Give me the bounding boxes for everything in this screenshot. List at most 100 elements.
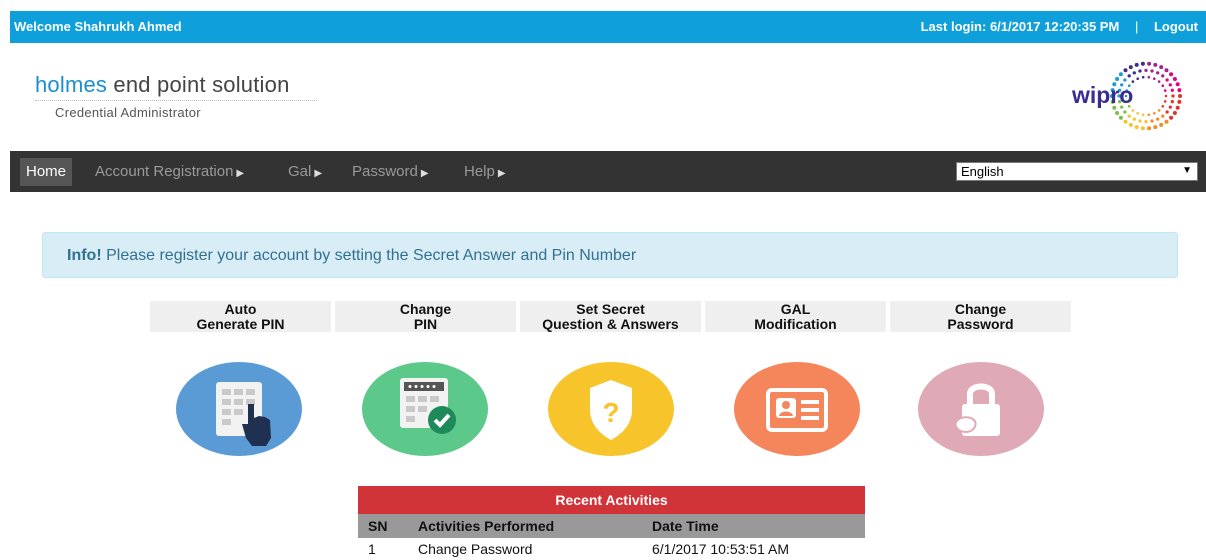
logo-dot — [1172, 77, 1177, 81]
product-name-holmes: holmes — [35, 72, 108, 97]
logo-dot — [1123, 68, 1128, 73]
logo-dot — [1136, 112, 1139, 115]
nav-gal[interactable]: Gal ▶ — [288, 151, 322, 192]
nav-account-registration-label: Account Registration — [95, 163, 234, 180]
logo-dot — [1153, 125, 1158, 130]
logo-dot — [1138, 69, 1142, 73]
logo-dot — [1128, 122, 1133, 127]
caret-right-icon: ▶ — [497, 168, 506, 179]
logo-dot — [1156, 71, 1160, 75]
tile-label-line2: Password — [947, 316, 1014, 332]
logo-dot — [1164, 119, 1169, 124]
tile-secret-question[interactable]: ? — [548, 362, 674, 456]
tile-gal-modification[interactable] — [734, 362, 860, 456]
logo-dot — [1175, 105, 1180, 110]
cell-sn: 1 — [368, 541, 376, 557]
tile-change-pin-label[interactable]: Change PIN — [335, 301, 516, 332]
welcome-text: Welcome Shahrukh Ahmed — [14, 19, 182, 34]
logo-dot — [1123, 119, 1128, 124]
keypad-hand-icon — [216, 382, 271, 446]
logo-dot — [1134, 62, 1139, 67]
logo-dot — [1178, 94, 1182, 98]
logo-dot — [1171, 94, 1175, 98]
logo-dot — [1164, 94, 1168, 98]
logo-dot — [1147, 126, 1152, 131]
caret-right-icon: ▶ — [314, 168, 323, 179]
info-alert-message: Please register your account by setting … — [101, 247, 637, 264]
language-select[interactable]: English ▼ — [956, 162, 1198, 181]
logo-dot — [1153, 62, 1158, 67]
logo-dot — [1141, 113, 1145, 117]
logo-dot — [1144, 68, 1148, 73]
logo-dot — [1144, 120, 1148, 124]
tile-label-line2: Question & Answers — [542, 316, 679, 332]
logo-dot — [1164, 68, 1169, 73]
tile-label-line1: GAL — [780, 301, 811, 317]
chevron-down-icon: ▼ — [1182, 165, 1192, 176]
tile-change-password[interactable] — [918, 362, 1044, 456]
nav-password[interactable]: Password ▶ — [352, 151, 429, 192]
logo-dot — [1156, 117, 1160, 121]
logout-link[interactable]: Logout — [1154, 19, 1198, 34]
logo-dot — [1169, 72, 1174, 77]
logo-dot — [1132, 71, 1136, 75]
logo-dot — [1157, 80, 1161, 83]
logo-dot — [1165, 110, 1169, 114]
logo-dot — [1159, 122, 1164, 127]
logo-dot — [1170, 100, 1174, 104]
logo-dot — [1118, 115, 1123, 120]
product-name: holmes end point solution — [35, 72, 317, 98]
logo-dot — [1169, 115, 1174, 120]
logo-dot — [1161, 84, 1165, 87]
logo-dot — [1132, 117, 1136, 121]
tile-auto-generate-pin-label[interactable]: Auto Generate PIN — [150, 301, 331, 332]
logo-dot — [1115, 111, 1120, 115]
logo-dot — [1161, 114, 1165, 118]
nav-home[interactable]: Home — [20, 158, 73, 186]
id-card-icon — [766, 388, 828, 432]
pin-check-icon — [400, 378, 456, 434]
nav-account-registration[interactable]: Account Registration ▶ — [95, 151, 244, 192]
info-alert: Info! Please register your account by se… — [42, 232, 1178, 278]
tile-change-password-label[interactable]: Change Password — [890, 301, 1071, 332]
tile-secret-question-label[interactable]: Set Secret Question & Answers — [520, 301, 701, 332]
logo-dot — [1141, 75, 1145, 79]
nav-help[interactable]: Help ▶ — [464, 151, 506, 192]
logo-dot — [1175, 82, 1180, 87]
top-bar: Welcome Shahrukh Ahmed Last login: 6/1/2… — [10, 11, 1206, 43]
tile-auto-generate-pin[interactable] — [176, 362, 302, 456]
nav-password-label: Password — [352, 163, 418, 180]
logo-dot — [1177, 88, 1182, 93]
logo-dot — [1140, 126, 1145, 131]
svg-text:?: ? — [602, 397, 619, 428]
recent-activities-table: SN Activities Performed Date Time 1 Chan… — [358, 514, 865, 560]
logo-dot — [1172, 111, 1177, 115]
nav-gal-label: Gal — [288, 163, 312, 180]
logo-dot — [1161, 105, 1165, 108]
logo-dot — [1131, 109, 1135, 112]
logo-dot — [1118, 72, 1123, 77]
logo-dot — [1170, 88, 1174, 92]
column-header-activities: Activities Performed — [408, 514, 642, 538]
info-alert-text: Info! Please register your account by se… — [67, 247, 636, 265]
table-header-row: SN Activities Performed Date Time — [358, 514, 865, 538]
logo-dot — [1163, 100, 1167, 103]
logo-dot — [1150, 119, 1154, 123]
shield-question-icon: ? — [590, 380, 632, 440]
logo-dot — [1147, 113, 1151, 117]
logo-dot — [1157, 109, 1161, 112]
logo-dot — [1153, 77, 1156, 80]
top-bar-right: Last login: 6/1/2017 12:20:35 PM | Logou… — [921, 19, 1198, 34]
language-selected: English — [961, 164, 1004, 179]
logo-dot — [1168, 83, 1172, 87]
logo-dot — [1136, 77, 1139, 80]
separator: | — [1134, 19, 1139, 34]
wipro-logo: wipro — [1068, 56, 1188, 136]
logo-dot — [1165, 78, 1169, 82]
tile-gal-modification-label[interactable]: GAL Modification — [705, 301, 886, 332]
logo-dot — [1128, 65, 1133, 70]
tile-change-pin[interactable] — [362, 362, 488, 456]
logo-dot — [1168, 105, 1172, 109]
logo-text: wipro — [1071, 82, 1133, 108]
logo-dot — [1163, 89, 1167, 92]
